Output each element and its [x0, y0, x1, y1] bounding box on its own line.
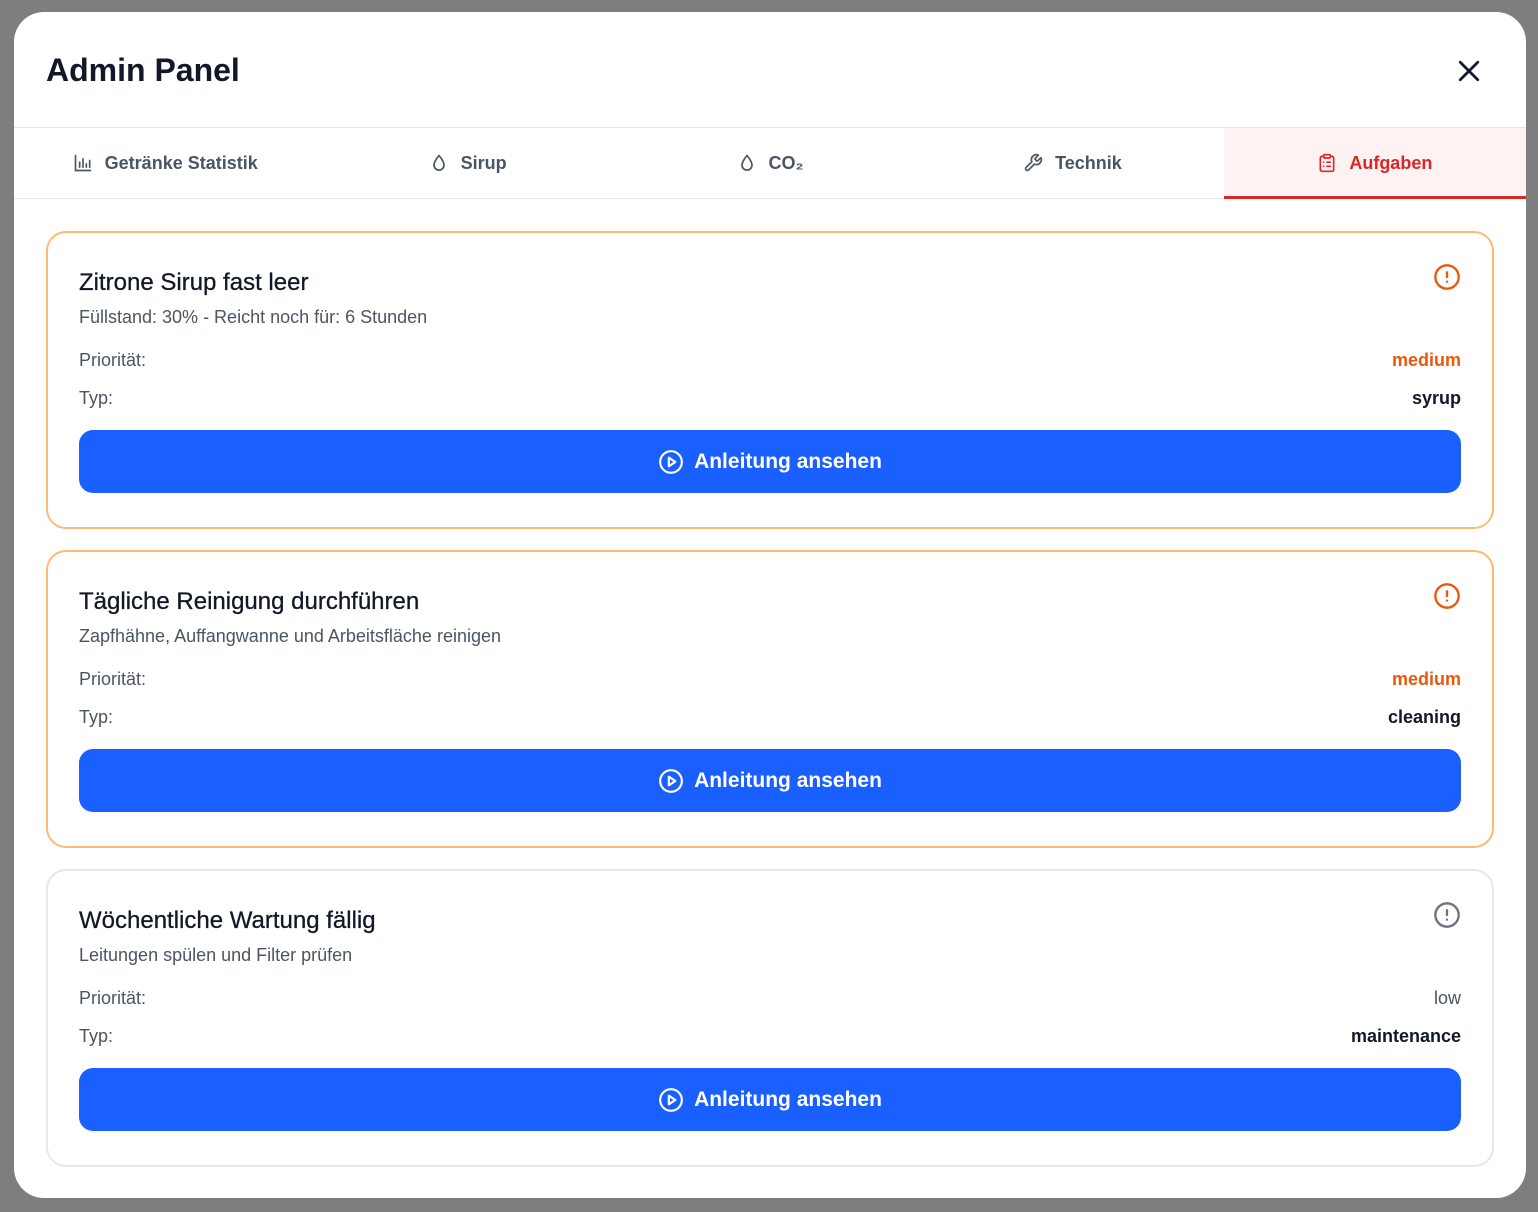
view-guide-label: Anleitung ansehen — [694, 449, 882, 473]
task-title: Wöchentliche Wartung fällig — [79, 907, 376, 934]
view-guide-button[interactable]: Anleitung ansehen — [79, 1068, 1461, 1131]
admin-panel-modal: Admin Panel Getränke Statistik Sirup CO₂ — [14, 12, 1526, 1198]
type-row: Typ: maintenance — [79, 1026, 1461, 1047]
task-card: Tägliche Reinigung durchführen Zapfhähne… — [46, 550, 1494, 848]
task-card: Zitrone Sirup fast leer Füllstand: 30% -… — [46, 231, 1494, 529]
clipboard-list-icon — [1319, 153, 1335, 173]
tab-label: Getränke Statistik — [104, 152, 258, 173]
task-description: Leitungen spülen und Filter prüfen — [79, 945, 353, 965]
alert-circle-icon — [1434, 583, 1460, 609]
priority-row: Priorität: medium — [79, 350, 1461, 371]
tab-drinks-statistics[interactable]: Getränke Statistik — [14, 128, 316, 198]
tab-bar: Getränke Statistik Sirup CO₂ Technik Auf… — [14, 128, 1526, 199]
tab-syrup[interactable]: Sirup — [316, 128, 618, 198]
view-guide-button[interactable]: Anleitung ansehen — [79, 430, 1461, 493]
view-guide-label: Anleitung ansehen — [694, 768, 882, 792]
tab-co2[interactable]: CO₂ — [619, 128, 921, 198]
task-title: Zitrone Sirup fast leer — [79, 269, 309, 296]
type-row: Typ: syrup — [79, 388, 1461, 409]
type-value: syrup — [1411, 388, 1461, 408]
priority-row: Priorität: medium — [79, 669, 1461, 690]
play-circle-icon — [659, 449, 683, 474]
priority-value: low — [1433, 988, 1461, 1008]
play-circle-icon — [659, 768, 683, 793]
play-circle-icon — [659, 1087, 683, 1112]
droplet-icon — [740, 154, 753, 171]
priority-label: Priorität: — [79, 350, 147, 370]
tab-label: Aufgaben — [1349, 152, 1433, 173]
view-guide-button[interactable]: Anleitung ansehen — [79, 749, 1461, 812]
task-description: Zapfhähne, Auffangwanne und Arbeitsfläch… — [79, 626, 501, 646]
priority-value: medium — [1391, 669, 1461, 689]
modal-header: Admin Panel — [14, 12, 1526, 128]
type-value: maintenance — [1350, 1026, 1461, 1046]
page-title: Admin Panel — [46, 52, 240, 88]
type-label: Typ: — [79, 388, 114, 408]
task-card: Wöchentliche Wartung fällig Leitungen sp… — [46, 869, 1494, 1167]
priority-row: Priorität: low — [79, 988, 1461, 1009]
bar-chart-icon — [74, 154, 92, 172]
alert-circle-icon — [1434, 902, 1460, 928]
tab-label: Sirup — [460, 152, 507, 173]
task-description: Füllstand: 30% - Reicht noch für: 6 Stun… — [79, 307, 428, 327]
tab-label: Technik — [1055, 152, 1122, 173]
tab-tasks[interactable]: Aufgaben — [1223, 128, 1526, 199]
task-list: Zitrone Sirup fast leer Füllstand: 30% -… — [14, 199, 1526, 1167]
tab-label: CO₂ — [768, 152, 804, 173]
wrench-icon — [1024, 153, 1043, 172]
type-label: Typ: — [79, 1026, 114, 1046]
droplet-icon — [432, 154, 445, 171]
view-guide-label: Anleitung ansehen — [694, 1087, 882, 1111]
priority-label: Priorität: — [79, 988, 147, 1008]
type-label: Typ: — [79, 707, 114, 727]
task-title: Tägliche Reinigung durchführen — [79, 588, 420, 615]
type-value: cleaning — [1387, 707, 1461, 727]
priority-label: Priorität: — [79, 669, 147, 689]
alert-circle-icon — [1434, 264, 1460, 290]
tab-technik[interactable]: Technik — [921, 128, 1223, 198]
close-icon[interactable] — [1454, 56, 1484, 86]
priority-value: medium — [1391, 350, 1461, 370]
type-row: Typ: cleaning — [79, 707, 1461, 728]
